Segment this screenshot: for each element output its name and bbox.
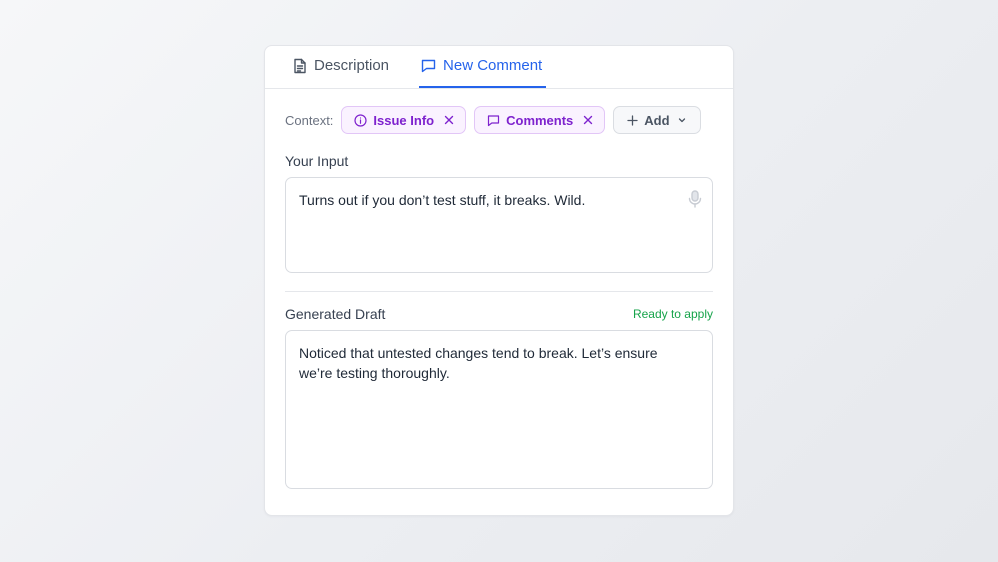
add-context-button[interactable]: Add [613, 106, 701, 134]
status-text: Ready to apply [632, 307, 713, 321]
document-icon [293, 58, 307, 74]
plus-icon [627, 114, 638, 126]
tab-bar: Description New Comment [265, 46, 733, 89]
context-chip-label: Issue Info [373, 112, 435, 128]
draft-header: Generated Draft Ready to apply [285, 306, 713, 322]
tab-new-comment-label: New Comment [443, 57, 543, 74]
comment-panel: Description New Comment Context: Issue I… [264, 45, 734, 516]
context-chip-label: Comments [506, 112, 574, 128]
comment-icon [487, 114, 500, 127]
add-context-label: Add [644, 112, 670, 128]
tab-description-label: Description [314, 57, 390, 74]
generated-draft-field[interactable]: Noticed that untested changes tend to br… [285, 330, 713, 489]
remove-icon[interactable] [444, 115, 454, 125]
generated-draft-label: Generated Draft [285, 306, 386, 322]
generated-draft-text: Noticed that untested changes tend to br… [299, 345, 658, 381]
chevron-down-icon [677, 115, 687, 125]
context-chip-issue-info[interactable]: Issue Info [341, 106, 467, 134]
context-chip-comments[interactable]: Comments [474, 106, 606, 134]
tab-new-comment[interactable]: New Comment [419, 45, 547, 88]
microphone-icon[interactable] [688, 190, 702, 213]
your-input-label: Your Input [285, 153, 349, 169]
your-input-field[interactable]: Turns out if you don’t test stuff, it br… [285, 177, 713, 273]
remove-icon[interactable] [583, 115, 593, 125]
section-divider [285, 291, 713, 292]
comment-icon [421, 58, 436, 73]
your-input-text: Turns out if you don’t test stuff, it br… [299, 192, 586, 208]
context-label: Context: [285, 112, 334, 128]
info-icon [354, 113, 368, 127]
context-row: Context: Issue Info Comments Add [285, 105, 713, 135]
tab-description[interactable]: Description [291, 45, 393, 88]
